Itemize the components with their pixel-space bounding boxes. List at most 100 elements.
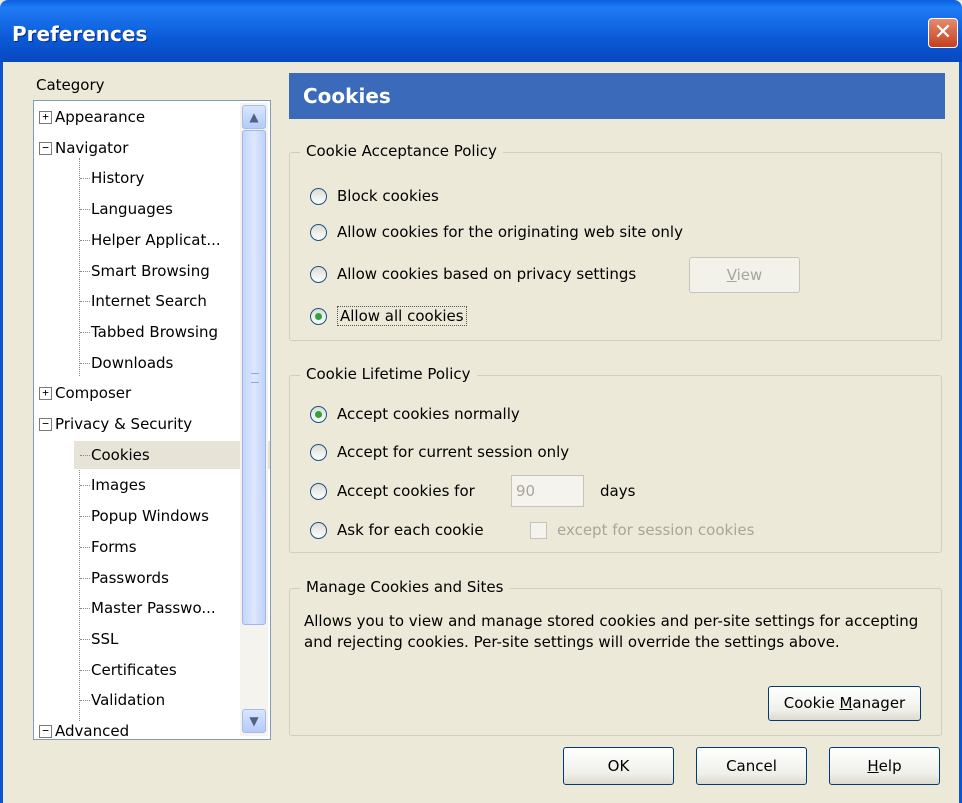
ok-button[interactable]: OK	[563, 747, 674, 785]
sidebar-item-label: Popup Windows	[91, 507, 209, 526]
sidebar-item-label: Forms	[91, 537, 137, 556]
view-button-mnemonic: V	[726, 266, 737, 284]
tree-connector	[80, 331, 90, 333]
radio-button[interactable]	[310, 444, 327, 461]
tree-connector	[80, 454, 90, 456]
radio-button[interactable]	[310, 266, 327, 283]
radio-button[interactable]	[310, 483, 327, 500]
cookie-manager-prefix: Cookie	[783, 694, 840, 712]
sidebar-item-appearance[interactable]: + Appearance	[39, 103, 270, 131]
sidebar-item-label: Advanced	[55, 722, 130, 740]
tree-connector	[80, 638, 90, 640]
view-button[interactable]: View	[689, 257, 800, 293]
sidebar-item-label: Downloads	[91, 353, 174, 372]
sidebar-item-label: Cookies	[91, 445, 150, 464]
sidebar-item-label: Helper Applicat...	[91, 230, 221, 249]
manage-cookies-description: Allows you to view and manage stored coo…	[304, 612, 919, 651]
tree-connector	[80, 178, 90, 180]
sidebar-item-navigator[interactable]: − Navigator	[39, 134, 270, 162]
radio-allow-all-cookies[interactable]: Allow all cookies	[310, 304, 467, 328]
radio-ask-each-cookie[interactable]: Ask for each cookie	[310, 518, 484, 542]
sidebar-item-label: Internet Search	[91, 292, 207, 311]
tree-connector	[80, 485, 90, 487]
panel-header: Cookies	[289, 73, 945, 119]
radio-label: Accept cookies for	[337, 482, 475, 500]
sidebar-item-label: Smart Browsing	[91, 261, 210, 280]
radio-label: Ask for each cookie	[337, 521, 484, 539]
sidebar-item-label: History	[91, 169, 145, 188]
tree-scrollbar[interactable]: ▲ ▼	[240, 103, 268, 736]
help-button[interactable]: Help	[829, 747, 940, 785]
tree-connector	[80, 301, 90, 303]
expand-icon[interactable]: +	[39, 387, 52, 401]
manage-cookies-legend: Manage Cookies and Sites	[300, 578, 510, 596]
scroll-up-button[interactable]: ▲	[242, 105, 266, 129]
radio-button[interactable]	[310, 188, 327, 205]
sidebar-item-privacy-security[interactable]: − Privacy & Security	[39, 410, 270, 438]
tree-connector	[80, 239, 90, 241]
view-button-rest: iew	[736, 266, 763, 284]
radio-privacy-settings[interactable]: Allow cookies based on privacy settings	[310, 262, 636, 286]
tree-connector	[80, 608, 90, 610]
tree-connector	[80, 546, 90, 548]
checkbox[interactable]	[530, 522, 547, 539]
scroll-thumb[interactable]	[242, 130, 266, 625]
cookie-manager-button[interactable]: Cookie Manager	[768, 686, 921, 721]
acceptance-policy-group: Cookie Acceptance Policy Block cookies A…	[289, 142, 942, 341]
collapse-icon[interactable]: −	[39, 141, 52, 155]
category-label: Category	[36, 76, 105, 94]
sidebar-item-label: Privacy & Security	[55, 415, 193, 433]
sidebar-item-label: Validation	[91, 691, 166, 710]
radio-block-cookies[interactable]: Block cookies	[310, 184, 439, 208]
radio-button-selected[interactable]	[310, 406, 327, 423]
tree-connector	[80, 577, 90, 579]
checkbox-label: except for session cookies	[557, 521, 755, 539]
expand-icon[interactable]: +	[39, 111, 52, 124]
radio-accept-normally[interactable]: Accept cookies normally	[310, 402, 520, 426]
radio-label: Accept cookies normally	[337, 405, 520, 423]
acceptance-policy-legend: Cookie Acceptance Policy	[300, 142, 503, 160]
ok-label: OK	[607, 757, 630, 775]
sidebar-item-label: Tabbed Browsing	[91, 322, 219, 341]
help-mnemonic: H	[867, 757, 879, 775]
lifetime-policy-legend: Cookie Lifetime Policy	[300, 365, 477, 383]
radio-button[interactable]	[310, 224, 327, 241]
collapse-icon[interactable]: −	[39, 418, 52, 431]
chevron-down-icon: ▼	[249, 714, 259, 728]
except-session-checkbox[interactable]: except for session cookies	[530, 518, 754, 542]
radio-accept-for-days[interactable]: Accept cookies for	[310, 479, 475, 503]
radio-label: Allow all cookies	[337, 306, 467, 326]
tree-connector	[80, 270, 90, 272]
scroll-down-button[interactable]: ▼	[242, 709, 266, 733]
tree-connector	[80, 209, 90, 211]
tree-connector	[80, 362, 90, 364]
manage-cookies-group: Manage Cookies and Sites Allows you to v…	[289, 578, 942, 736]
close-icon: ✕	[933, 20, 953, 45]
sidebar-item-label: Composer	[55, 384, 132, 403]
cancel-button[interactable]: Cancel	[696, 747, 807, 785]
title-bar: Preferences ✕	[0, 0, 962, 62]
cancel-label: Cancel	[726, 757, 777, 775]
sidebar-item-label: Appearance	[55, 108, 146, 126]
radio-button-selected[interactable]	[310, 308, 327, 325]
sidebar-item-composer[interactable]: + Composer	[39, 379, 270, 407]
tree-connector	[80, 700, 90, 702]
radio-session-only[interactable]: Accept for current session only	[310, 440, 569, 464]
chevron-up-icon: ▲	[249, 110, 259, 124]
sidebar-item-label: SSL	[91, 629, 119, 648]
window-title: Preferences	[12, 22, 148, 46]
sidebar-item-label: Languages	[91, 200, 173, 219]
radio-originating-site-only[interactable]: Allow cookies for the originating web si…	[310, 220, 683, 244]
sidebar-item-label: Certificates	[91, 660, 177, 679]
radio-label: Allow cookies based on privacy settings	[337, 265, 637, 283]
days-input[interactable]: 90	[511, 475, 584, 507]
close-button[interactable]: ✕	[928, 18, 958, 48]
category-tree[interactable]: + Appearance − Navigator History Languages Hel…	[33, 100, 271, 740]
radio-button[interactable]	[310, 522, 327, 539]
collapse-icon[interactable]: −	[39, 725, 52, 738]
sidebar-item-advanced[interactable]: − Advanced	[39, 717, 270, 740]
tree-connector	[80, 669, 90, 671]
sidebar-item-label: Passwords	[91, 568, 169, 587]
sidebar-item-label: Navigator	[55, 138, 129, 157]
sidebar-item-label: Images	[91, 476, 146, 495]
